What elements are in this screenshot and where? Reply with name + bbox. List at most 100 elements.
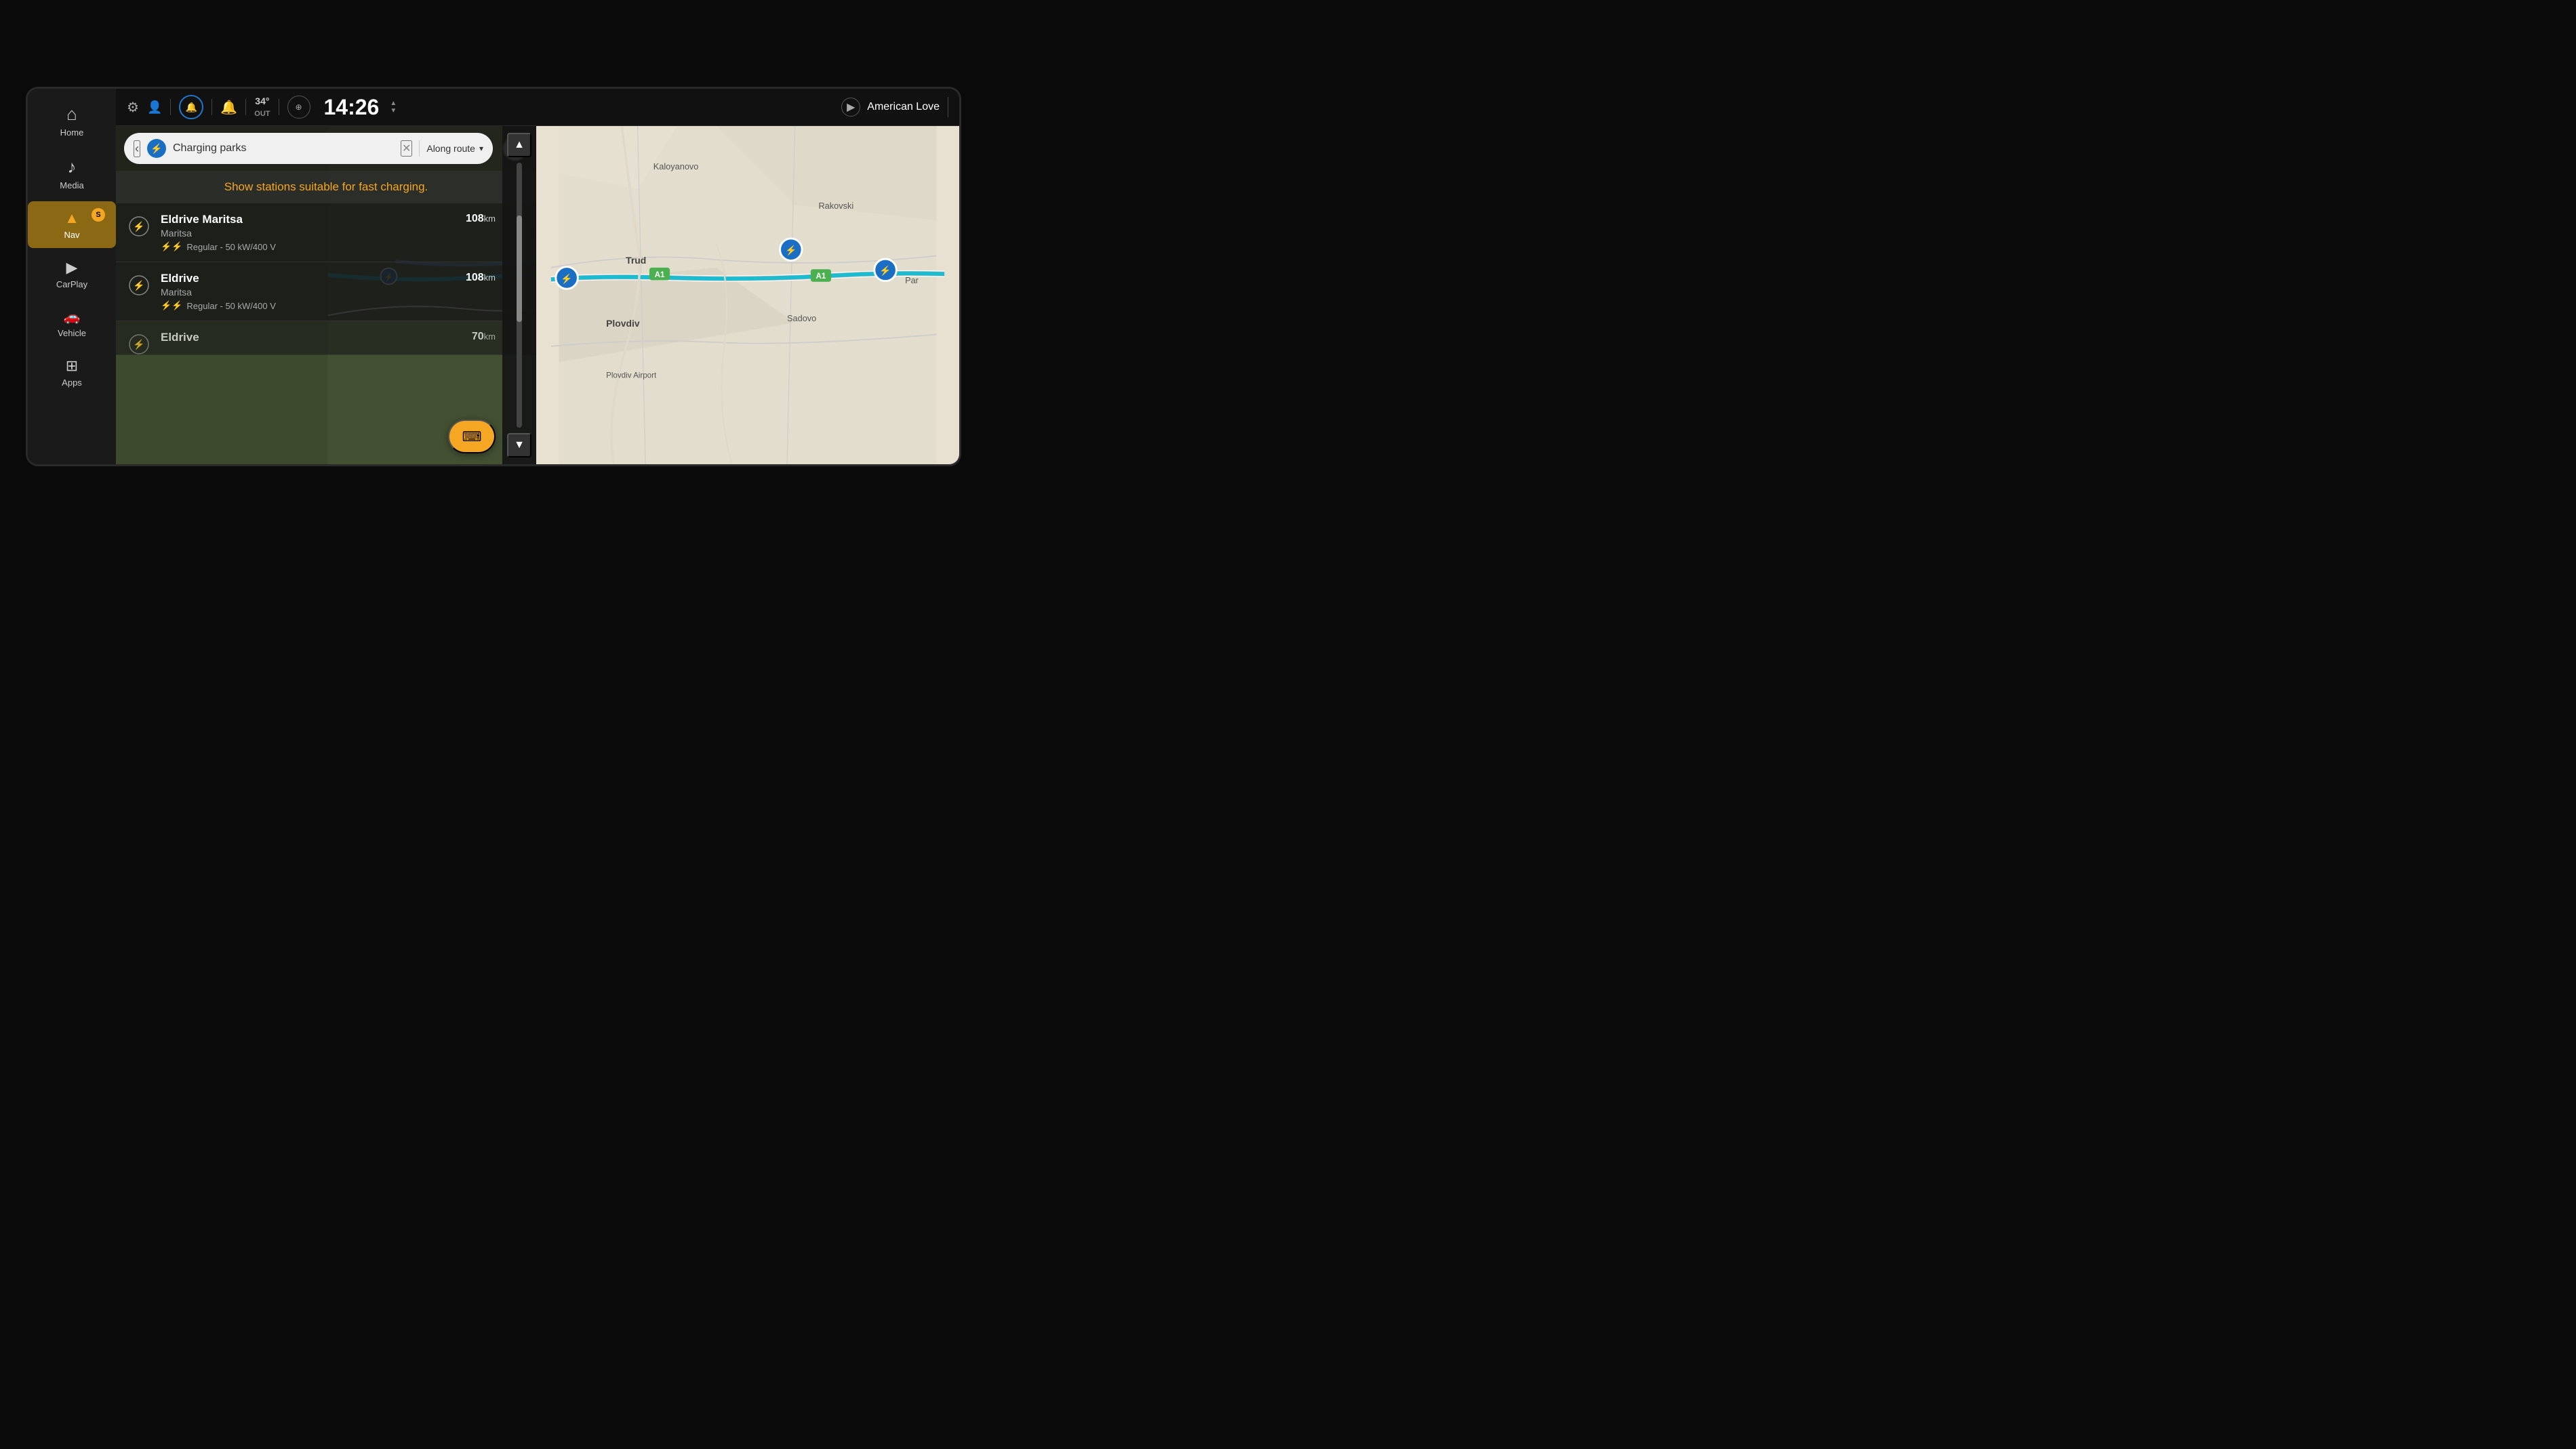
sidebar-item-home-label: Home	[60, 127, 84, 138]
sidebar-item-vehicle-label: Vehicle	[58, 328, 86, 338]
vehicle-icon: 🚗	[64, 308, 81, 325]
result-spec-text-0: Regular - 50 kW/400 V	[186, 242, 276, 252]
fast-charging-text: Show stations suitable for fast charging…	[224, 180, 428, 193]
result-item-2[interactable]: ⚡ Eldrive 70km	[116, 321, 536, 355]
distance-value-1: 108	[466, 272, 484, 283]
distance-value-0: 108	[466, 213, 484, 224]
distance-value-2: 70	[472, 331, 484, 342]
car-screen: ⌂ Home ♪ Media ▲ S Nav ▶ CarPlay 🚗 Vehic…	[26, 87, 961, 466]
main-content: ⚙ 👤 🔔 🔔 34° OUT ⊕ 14:26 ▲ ▼	[116, 89, 959, 464]
divider-3	[245, 99, 246, 115]
scroll-thumb	[517, 216, 522, 321]
svg-text:Plovdiv Airport: Plovdiv Airport	[606, 371, 657, 380]
result-info-1: Eldrive Maritsa ⚡⚡ Regular - 50 kW/400 V	[161, 272, 456, 311]
search-clear-button[interactable]: ✕	[401, 140, 412, 157]
result-info-0: Eldrive Maritsa Maritsa ⚡⚡ Regular - 50 …	[161, 213, 456, 252]
along-route-button[interactable]: Along route ▾	[426, 143, 483, 154]
svg-text:⚡: ⚡	[133, 339, 144, 350]
time-down-arrow: ▼	[390, 107, 397, 115]
sidebar-item-vehicle[interactable]: 🚗 Vehicle	[28, 300, 116, 346]
search-bar[interactable]: ‹ ⚡ Charging parks ✕ Along route ▾	[124, 133, 493, 164]
svg-text:Plovdiv: Plovdiv	[606, 318, 640, 329]
result-name-2: Eldrive	[161, 331, 462, 344]
charging-station-icon-1: ⚡	[127, 273, 151, 298]
result-name-1: Eldrive	[161, 272, 456, 285]
temperature-value: 34°	[255, 96, 269, 106]
svg-text:⚡: ⚡	[133, 280, 144, 291]
svg-text:A1: A1	[816, 272, 826, 281]
charging-station-icon-2: ⚡	[127, 332, 151, 355]
bolt-icon-0: ⚡⚡	[161, 241, 182, 252]
result-subtitle-1: Maritsa	[161, 287, 456, 298]
driver-assist-icon: 👤	[147, 100, 162, 115]
bell-icon[interactable]: 🔔	[220, 99, 237, 116]
sidebar-item-media[interactable]: ♪ Media	[28, 148, 116, 199]
now-playing-title: American Love	[867, 101, 940, 113]
nav-icon: ▲	[64, 209, 79, 227]
temperature-display: 34° OUT	[254, 96, 270, 119]
result-info-2: Eldrive	[161, 331, 462, 346]
svg-text:A1: A1	[655, 270, 665, 279]
svg-text:⚡: ⚡	[879, 265, 891, 277]
notification-icon[interactable]: 🔔	[179, 95, 203, 119]
scroll-down-button[interactable]: ▼	[507, 433, 531, 457]
result-name-0: Eldrive Maritsa	[161, 213, 456, 226]
scroll-bar: ▲ ▼	[502, 126, 536, 464]
svg-text:Sadovo: Sadovo	[787, 313, 816, 323]
scroll-track	[517, 163, 522, 428]
distance-unit-0: km	[484, 213, 496, 224]
sidebar-item-apps[interactable]: ⊞ Apps	[28, 349, 116, 396]
nav-badge: S	[92, 208, 105, 222]
keyboard-button[interactable]: ⌨	[448, 420, 496, 453]
along-route-text: Along route	[426, 143, 475, 154]
charging-icon: ⚡	[147, 139, 166, 158]
gps-symbol: ⊕	[295, 102, 302, 112]
home-icon: ⌂	[66, 104, 77, 125]
svg-text:⚡: ⚡	[133, 221, 144, 232]
result-spec-1: ⚡⚡ Regular - 50 kW/400 V	[161, 300, 456, 311]
sidebar-item-carplay[interactable]: ▶ CarPlay	[28, 251, 116, 298]
svg-text:Kaloyanovo: Kaloyanovo	[653, 161, 699, 171]
sidebar: ⌂ Home ♪ Media ▲ S Nav ▶ CarPlay 🚗 Vehic…	[28, 89, 116, 464]
charging-station-icon-0: ⚡	[127, 214, 151, 239]
back-button[interactable]: ‹	[134, 140, 140, 157]
scroll-up-button[interactable]: ▲	[507, 133, 531, 157]
distance-unit-1: km	[484, 272, 496, 283]
result-item-1[interactable]: ⚡ Eldrive Maritsa ⚡⚡ Regular - 50 kW/400…	[116, 262, 536, 321]
play-icon: ▶	[841, 98, 860, 117]
svg-text:Par: Par	[905, 275, 919, 285]
sidebar-item-media-label: Media	[60, 180, 83, 190]
sidebar-item-carplay-label: CarPlay	[56, 279, 87, 289]
svg-text:⚡: ⚡	[785, 245, 797, 256]
temperature-label: OUT	[254, 110, 270, 118]
time-arrows: ▲ ▼	[390, 100, 397, 115]
gps-icon: ⊕	[287, 96, 310, 119]
dropdown-chevron-icon: ▾	[479, 144, 483, 153]
svg-text:Trud: Trud	[626, 255, 646, 266]
clock-display: 14:26	[324, 95, 380, 120]
search-panel: ‹ ⚡ Charging parks ✕ Along route ▾ ✕	[116, 126, 536, 464]
notification-symbol: 🔔	[186, 102, 197, 113]
now-playing: ▶ American Love	[841, 98, 940, 117]
divider-1	[170, 99, 171, 115]
status-bar: ⚙ 👤 🔔 🔔 34° OUT ⊕ 14:26 ▲ ▼	[116, 89, 959, 126]
map-container[interactable]: A1 A1 Kaloyanovo Rakovski Trud Plovdiv S…	[536, 126, 959, 464]
result-spec-0: ⚡⚡ Regular - 50 kW/400 V	[161, 241, 456, 252]
sidebar-item-home[interactable]: ⌂ Home	[28, 96, 116, 146]
sidebar-item-apps-label: Apps	[62, 377, 82, 388]
result-distance-1: 108km	[466, 272, 496, 284]
content-area: Septemvri Pazardzhik Stamb... Yelino... …	[116, 126, 959, 464]
result-spec-text-1: Regular - 50 kW/400 V	[186, 301, 276, 311]
sidebar-item-nav[interactable]: ▲ S Nav	[28, 201, 116, 248]
apps-icon: ⊞	[66, 357, 78, 375]
bolt-icon-1: ⚡⚡	[161, 300, 182, 311]
settings-icon[interactable]: ⚙	[127, 99, 139, 116]
fast-charging-banner[interactable]: Show stations suitable for fast charging…	[116, 171, 536, 203]
media-icon: ♪	[68, 157, 77, 178]
time-up-arrow: ▲	[390, 100, 397, 107]
sidebar-item-nav-label: Nav	[64, 230, 79, 240]
svg-text:⚡: ⚡	[561, 273, 572, 285]
search-bar-container: ‹ ⚡ Charging parks ✕ Along route ▾ ✕	[116, 126, 536, 171]
result-item-0[interactable]: ⚡ Eldrive Maritsa Maritsa ⚡⚡ Regular - 5…	[116, 203, 536, 262]
svg-text:Rakovski: Rakovski	[818, 201, 853, 211]
